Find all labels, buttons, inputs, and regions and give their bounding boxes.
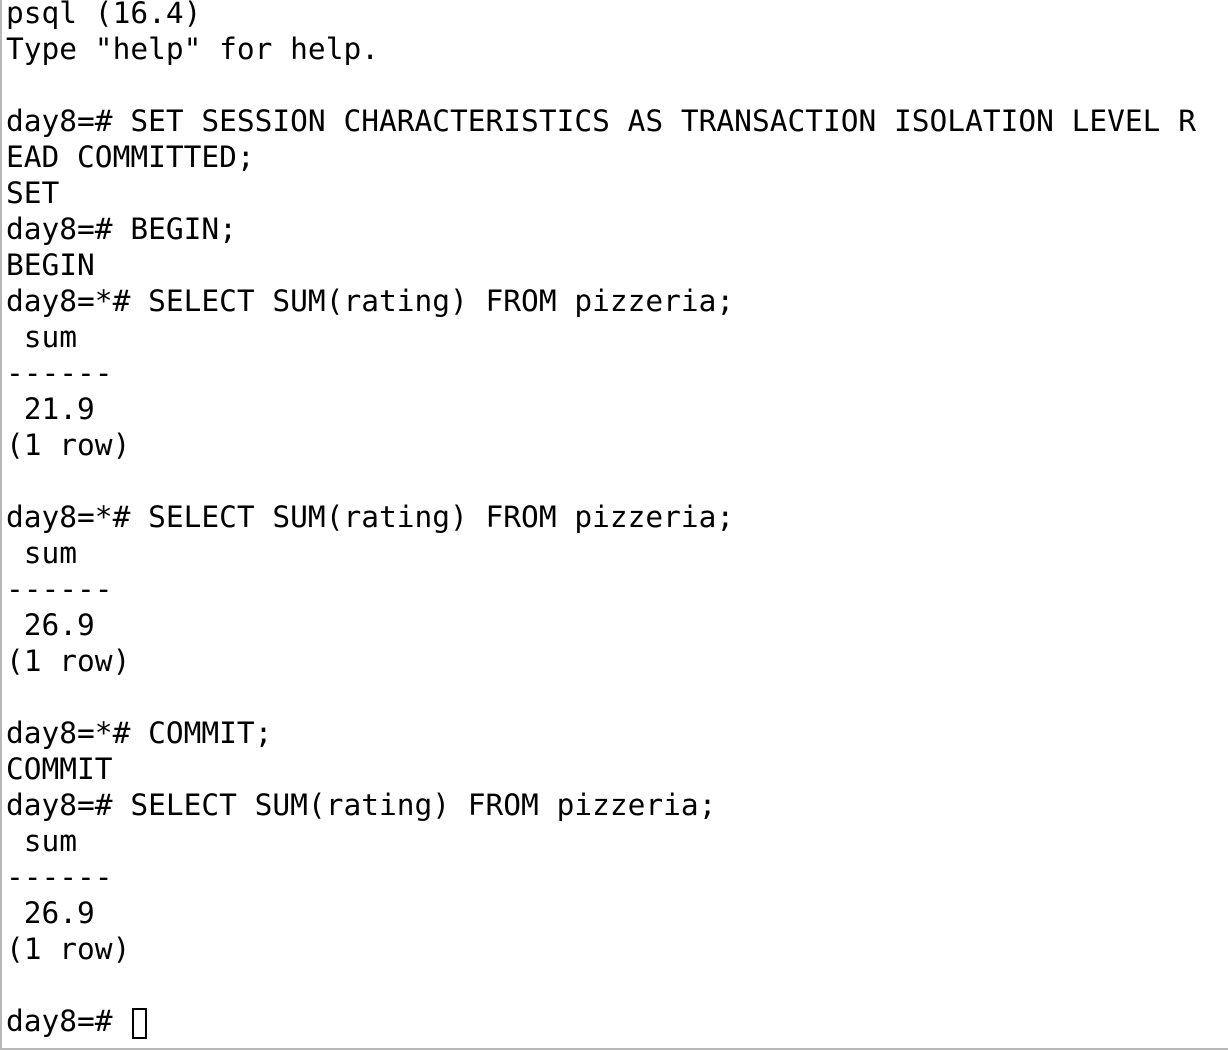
terminal-line: day8=# BEGIN; [6,212,237,246]
text-cursor[interactable] [132,1007,148,1039]
terminal-line: day8=*# COMMIT; [6,716,273,750]
terminal-line: sum [6,320,78,354]
terminal-line: psql (16.4) [6,0,202,30]
terminal-line: BEGIN [6,248,95,282]
terminal-line: SET [6,176,60,210]
terminal-line: ------ [6,356,113,390]
terminal-line: 26.9 [6,608,95,642]
terminal-input-line[interactable]: day8=# [6,1003,1196,1039]
terminal-line: 21.9 [6,392,95,426]
terminal-line: day8=*# SELECT SUM(rating) FROM pizzeria… [6,284,735,318]
terminal-line: (1 row) [6,428,131,462]
terminal-line: ------ [6,860,113,894]
terminal-line: EAD COMMITTED; [6,140,255,174]
current-prompt: day8=# [6,1004,131,1038]
terminal-line: Type "help" for help. [6,32,379,66]
terminal-window[interactable]: psql (16.4) Type "help" for help. day8=#… [0,0,1228,1050]
terminal-line: sum [6,824,78,858]
terminal-line: sum [6,536,78,570]
terminal-line: 26.9 [6,896,95,930]
terminal-line: COMMIT [6,752,113,786]
terminal-line: day8=*# SELECT SUM(rating) FROM pizzeria… [6,500,735,534]
terminal-line: (1 row) [6,644,131,678]
terminal-line: (1 row) [6,932,131,966]
terminal-output: psql (16.4) Type "help" for help. day8=#… [6,0,1196,1039]
terminal-line: day8=# SELECT SUM(rating) FROM pizzeria; [6,788,717,822]
terminal-line: ------ [6,572,113,606]
terminal-line: day8=# SET SESSION CHARACTERISTICS AS TR… [6,104,1196,138]
